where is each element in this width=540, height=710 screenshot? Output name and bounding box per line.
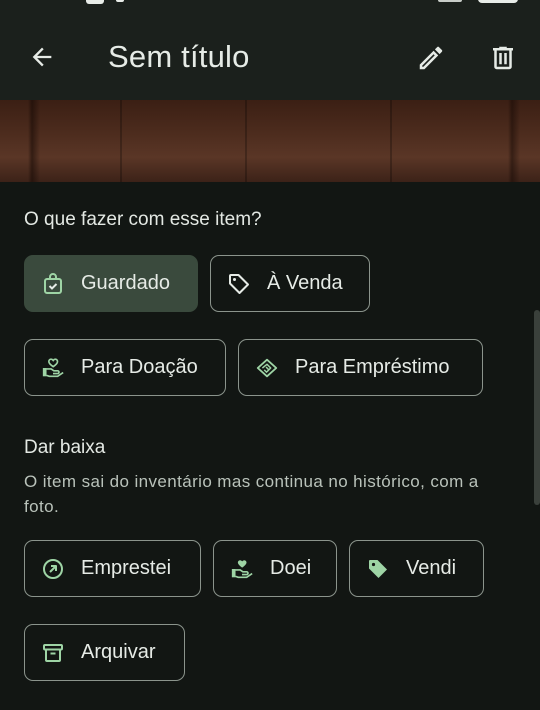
action-label: Vendi [406, 557, 457, 579]
hand-heart-icon [230, 557, 254, 581]
app-bar: Sem título [0, 14, 540, 100]
chip-label: Para Empréstimo [295, 356, 450, 378]
dar-baixa-title: Dar baixa [24, 437, 106, 458]
status-section-title: O que fazer com esse item? [24, 209, 262, 230]
item-photo[interactable] [0, 100, 540, 182]
scrollbar[interactable] [534, 310, 540, 505]
back-button[interactable] [20, 35, 64, 79]
photo-texture [245, 100, 247, 182]
signal-icon [438, 0, 462, 2]
dar-baixa-description: O item sai do inventário mas continua no… [24, 472, 479, 516]
bag-check-icon [41, 272, 65, 296]
arrow-circle-icon [41, 557, 65, 581]
action-label: Doei [270, 557, 312, 579]
archive-icon [41, 641, 65, 665]
chip-para-doacao[interactable]: Para Doação [24, 339, 226, 396]
trash-icon [493, 46, 513, 70]
photo-texture [120, 100, 122, 182]
edit-button[interactable] [409, 36, 453, 80]
delete-button[interactable] [481, 36, 525, 80]
status-bar [0, 0, 540, 14]
photo-texture [390, 100, 392, 182]
battery-icon [478, 0, 518, 3]
action-doei[interactable]: Doei [213, 540, 337, 597]
tag-filled-icon [366, 557, 390, 581]
chip-a-venda[interactable]: À Venda [210, 255, 370, 312]
page-title: Sem título [108, 39, 250, 74]
chip-label: Para Doação [81, 356, 198, 378]
status-icon [86, 0, 104, 4]
action-label: Emprestei [81, 557, 172, 579]
chip-label: À Venda [267, 272, 343, 294]
pencil-icon [419, 46, 443, 70]
action-emprestei[interactable]: Emprestei [24, 540, 201, 597]
chip-label: Guardado [81, 272, 170, 294]
action-label: Arquivar [81, 641, 156, 663]
action-vendi[interactable]: Vendi [349, 540, 484, 597]
tag-outline-icon [227, 272, 251, 296]
handshake-icon [255, 356, 279, 380]
hand-heart-icon [41, 356, 65, 380]
status-icon [116, 0, 124, 2]
action-arquivar[interactable]: Arquivar [24, 624, 185, 681]
arrow-left-icon [32, 47, 52, 67]
chip-guardado[interactable]: Guardado [24, 255, 198, 312]
chip-para-emprestimo[interactable]: Para Empréstimo [238, 339, 483, 396]
